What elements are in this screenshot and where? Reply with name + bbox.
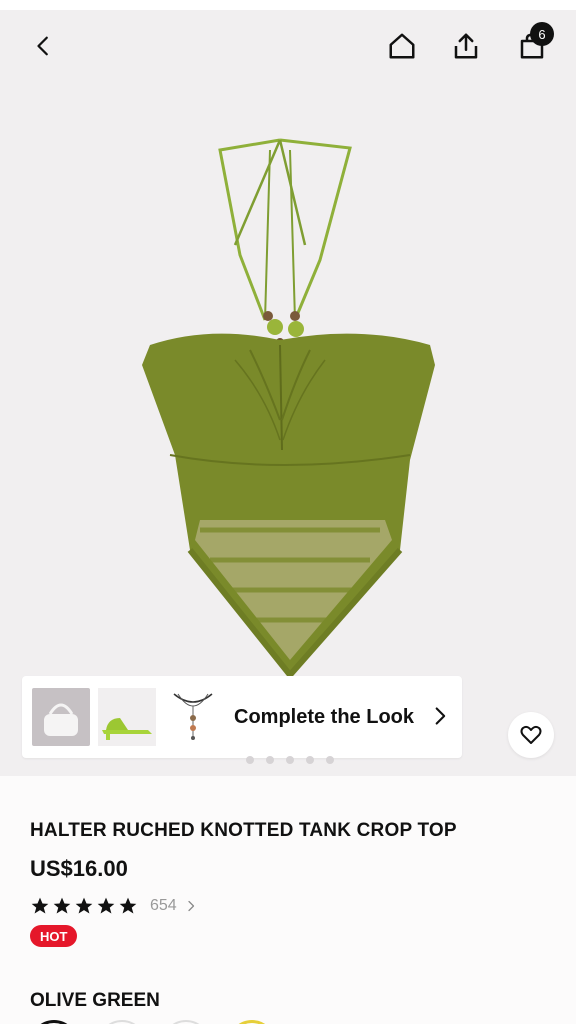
pagination-dot <box>286 756 294 764</box>
pagination-dot <box>326 756 334 764</box>
cart-count-badge: 6 <box>530 22 554 46</box>
star-icon <box>75 897 93 914</box>
thumbnail-sandal[interactable] <box>98 688 156 746</box>
pagination-dot <box>266 756 274 764</box>
product-title: HALTER RUCHED KNOTTED TANK CROP TOP <box>30 820 457 841</box>
review-count: 654 <box>150 897 177 914</box>
wishlist-button[interactable] <box>508 712 554 758</box>
star-rating <box>30 896 138 916</box>
chevron-left-icon <box>37 36 48 56</box>
heart-icon <box>520 725 542 744</box>
star-icon <box>119 897 137 914</box>
chevron-right-icon <box>188 900 194 912</box>
sandal-icon <box>102 718 152 740</box>
complete-the-look-panel[interactable]: Complete the Look <box>22 676 462 758</box>
color-swatch-selected[interactable] <box>30 1020 78 1024</box>
home-icon <box>389 33 415 59</box>
share-button[interactable] <box>444 24 488 68</box>
color-swatch[interactable] <box>162 1020 210 1024</box>
cart-button[interactable]: 6 <box>510 22 554 68</box>
pagination-dot <box>306 756 314 764</box>
pagination-dot <box>246 756 254 764</box>
gallery-pagination <box>246 756 334 764</box>
complete-the-look-label: Complete the Look <box>234 706 415 728</box>
thumbnail-handbag[interactable] <box>32 688 90 746</box>
color-swatch[interactable] <box>98 1020 146 1024</box>
product-image[interactable] <box>130 120 450 680</box>
product-info: HALTER RUCHED KNOTTED TANK CROP TOP US$1… <box>0 776 576 1024</box>
product-price: US$16.00 <box>30 856 128 881</box>
hot-badge: HOT <box>30 925 78 947</box>
star-icon <box>97 897 115 914</box>
home-button[interactable] <box>380 24 424 68</box>
selected-color-label: OLIVE GREEN <box>30 990 160 1011</box>
necklace-icon <box>173 693 213 740</box>
chevron-right-icon <box>435 707 446 725</box>
status-strip <box>0 0 576 10</box>
color-swatches <box>30 1020 330 1024</box>
thumbnail-necklace[interactable] <box>164 688 222 746</box>
color-swatch[interactable] <box>228 1020 276 1024</box>
back-button[interactable] <box>22 24 66 68</box>
product-gallery[interactable] <box>0 10 576 776</box>
share-icon <box>454 33 478 59</box>
rating-row[interactable]: 654 <box>30 896 197 916</box>
top-navigation: 6 <box>0 10 576 74</box>
star-icon <box>31 897 49 914</box>
handbag-icon <box>44 703 78 736</box>
star-icon <box>53 897 71 914</box>
